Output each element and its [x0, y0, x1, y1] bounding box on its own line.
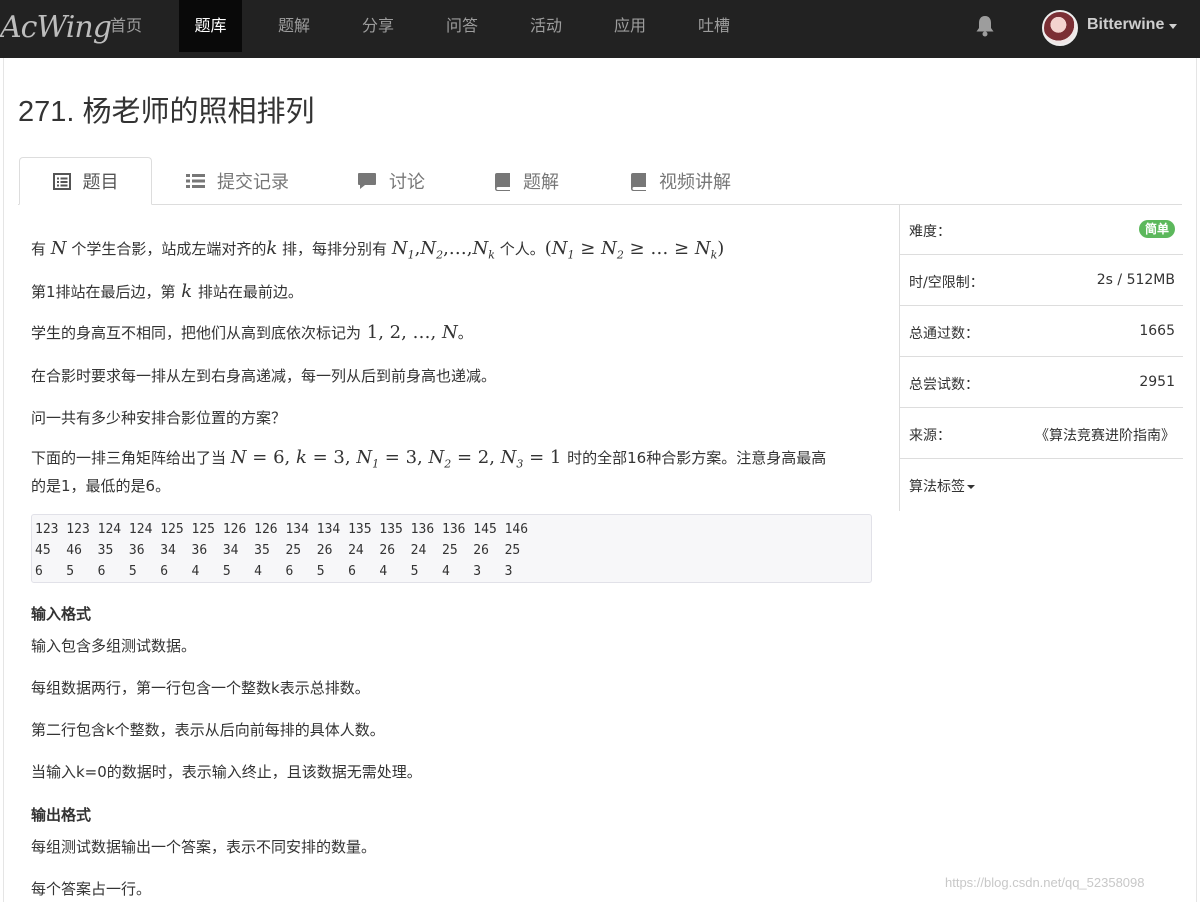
try-value: 2951	[1139, 374, 1175, 390]
watermark: https://blog.csdn.net/qq_52358098	[945, 875, 1145, 890]
statement-line-3: 学生的身高互不相同，把他们从高到底依次标记为 1, 2, …, N。	[31, 322, 473, 343]
source-label: 来源：	[909, 428, 951, 444]
input-format-heading: 输入格式	[31, 605, 92, 623]
nav-complaints[interactable]: 吐槽	[684, 0, 744, 52]
pass-row: 总通过数： 1665	[900, 306, 1183, 357]
nav-apps[interactable]: 应用	[600, 0, 660, 52]
input-line-3: 第二行包含k个整数，表示从后向前每排的具体人数。	[31, 721, 385, 739]
source-value: 《算法竞赛进阶指南》	[1035, 428, 1175, 444]
limit-label: 时/空限制：	[909, 275, 984, 291]
top-navbar: AcWing 首页 题库 题解 分享 问答 活动 应用 吐槽 Bitterwin…	[0, 0, 1200, 58]
try-row: 总尝试数： 2951	[900, 357, 1183, 408]
list-icon	[186, 173, 205, 189]
difficulty-label: 难度：	[909, 224, 951, 240]
tab-discussion[interactable]: 讨论	[357, 157, 447, 205]
difficulty-badge: 简单	[1138, 220, 1175, 238]
nav-activity[interactable]: 活动	[516, 0, 576, 52]
statement-line-5: 问一共有多少种安排合影位置的方案？	[31, 409, 287, 427]
limit-value: 2s / 512MB	[1096, 272, 1175, 288]
nav-qa[interactable]: 问答	[432, 0, 492, 52]
tab-label: 题解	[523, 172, 559, 193]
output-line-1: 每组测试数据输出一个答案，表示不同安排的数量。	[31, 838, 377, 856]
pass-value: 1665	[1139, 323, 1175, 339]
tags-toggle[interactable]: 算法标签	[909, 476, 975, 496]
try-label: 总尝试数：	[909, 377, 979, 393]
statement-line-7: 的是1，最低的是6。	[31, 477, 171, 495]
statement-line-6: 下面的一排三角矩阵给出了当 N = 6, k = 3, N1 = 3, N2 =…	[31, 447, 827, 471]
bell-icon[interactable]	[974, 14, 996, 38]
tab-video[interactable]: 视频讲解	[630, 157, 750, 205]
tab-label: 提交记录	[217, 172, 289, 193]
tab-label: 讨论	[389, 172, 425, 193]
tab-description[interactable]: 题目	[19, 157, 152, 205]
statement-line-1: 有 N 个学生合影，站成左端对齐的k 排，每排分别有 N1,N2,…,Nk 个人…	[31, 238, 725, 262]
avatar[interactable]	[1042, 10, 1078, 46]
acwing-logo[interactable]: AcWing	[0, 8, 112, 48]
output-line-2: 每个答案占一行。	[31, 880, 152, 898]
tab-label: 题目	[82, 172, 119, 193]
input-line-2: 每组数据两行，第一行包含一个整数k表示总排数。	[31, 679, 370, 697]
tags-row[interactable]: 算法标签	[900, 459, 1183, 510]
chevron-down-icon[interactable]	[1169, 24, 1177, 29]
input-line-4: 当输入k=0的数据时，表示输入终止，且该数据无需处理。	[31, 763, 422, 781]
statement-line-2: 第1排站在最后边，第 k 排站在最前边。	[31, 281, 303, 302]
nav-home[interactable]: 首页	[96, 0, 156, 52]
nav-problems[interactable]: 题库	[179, 0, 242, 52]
pass-label: 总通过数：	[909, 326, 979, 342]
statement-line-4: 在合影时要求每一排从左到右身高递减，每一列从后到前身高也递减。	[31, 367, 497, 385]
input-line-1: 输入包含多组测试数据。	[31, 637, 197, 655]
tab-label: 视频讲解	[659, 172, 731, 193]
comment-icon	[357, 172, 377, 190]
username[interactable]: Bitterwine	[1087, 16, 1164, 34]
tab-submissions[interactable]: 提交记录	[186, 157, 326, 205]
list-alt-icon	[52, 172, 71, 190]
caret-down-icon	[967, 485, 975, 489]
code-block: 123 123 124 124 125 125 126 126 134 134 …	[31, 514, 872, 583]
book-icon	[494, 172, 511, 191]
tab-solutions[interactable]: 题解	[494, 157, 584, 205]
book-icon	[630, 172, 647, 191]
limit-row: 时/空限制： 2s / 512MB	[900, 255, 1183, 306]
nav-share[interactable]: 分享	[348, 0, 408, 52]
difficulty-row: 难度： 简单	[900, 204, 1183, 255]
source-row: 来源： 《算法竞赛进阶指南》	[900, 408, 1183, 459]
page-title: 271. 杨老师的照相排列	[18, 96, 315, 128]
output-format-heading: 输出格式	[31, 806, 92, 824]
nav-solutions[interactable]: 题解	[264, 0, 324, 52]
problem-info-panel: 难度： 简单 时/空限制： 2s / 512MB 总通过数： 1665 总尝试数…	[899, 204, 1183, 511]
